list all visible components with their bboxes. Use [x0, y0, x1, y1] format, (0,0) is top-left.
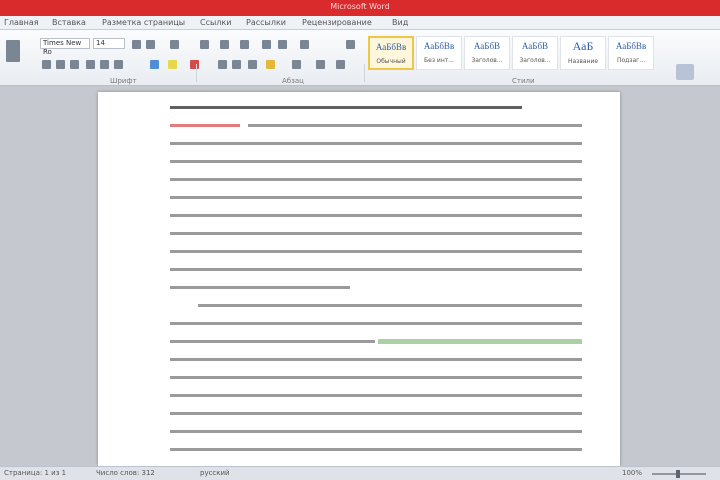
text-line	[170, 376, 582, 379]
style-normal[interactable]: АаБбВв Обычный	[368, 36, 414, 70]
text-line	[170, 250, 582, 253]
tab-home[interactable]: Главная	[4, 18, 39, 27]
zoom-level[interactable]: 100%	[622, 469, 642, 477]
text-line	[170, 160, 582, 163]
text-line	[170, 106, 522, 109]
status-bar: Страница: 1 из 1 Число слов: 312 русский…	[0, 466, 720, 480]
subscript-icon[interactable]	[100, 60, 109, 69]
ribbon-separator	[196, 64, 197, 82]
increase-indent-icon[interactable]	[278, 40, 287, 49]
group-label-font: Шрифт	[110, 77, 137, 85]
word-count[interactable]: Число слов: 312	[96, 469, 155, 477]
group-label-paragraph: Абзац	[282, 77, 304, 85]
text-line	[170, 142, 582, 145]
text-line	[170, 232, 582, 235]
tab-review[interactable]: Рецензирование	[302, 18, 372, 27]
style-name: Название	[567, 58, 599, 65]
bullets-icon[interactable]	[200, 40, 209, 49]
font-color-icon[interactable]	[190, 60, 199, 69]
show-marks-icon[interactable]	[346, 40, 355, 49]
justify-icon[interactable]	[266, 60, 275, 69]
text-line	[170, 448, 582, 451]
tab-references[interactable]: Ссылки	[200, 18, 231, 27]
style-heading-1[interactable]: АаБбВ Заголов...	[464, 36, 510, 70]
style-heading-2[interactable]: АаБбВ Заголов...	[512, 36, 558, 70]
text-line	[170, 322, 582, 325]
text-line	[170, 124, 240, 127]
grow-font-icon[interactable]	[132, 40, 141, 49]
group-label-styles: Стили	[512, 77, 535, 85]
ribbon-tabs: Главная Вставка Разметка страницы Ссылки…	[0, 16, 720, 30]
highlight-icon[interactable]	[168, 60, 177, 69]
style-name: Без инт...	[424, 57, 454, 64]
tab-view[interactable]: Вид	[392, 18, 408, 27]
borders-icon[interactable]	[336, 60, 345, 69]
style-preview: АаБбВв	[423, 41, 455, 51]
align-left-icon[interactable]	[218, 60, 227, 69]
strikethrough-icon[interactable]	[86, 60, 95, 69]
text-line	[170, 430, 582, 433]
text-line	[170, 286, 350, 289]
page-count[interactable]: Страница: 1 из 1	[4, 469, 66, 477]
numbering-icon[interactable]	[220, 40, 229, 49]
text-line	[170, 196, 582, 199]
clear-format-icon[interactable]	[170, 40, 179, 49]
align-right-icon[interactable]	[248, 60, 257, 69]
style-subtitle[interactable]: АаБбВв Подзаг...	[608, 36, 654, 70]
text-line	[170, 358, 582, 361]
text-line	[170, 340, 375, 343]
text-line	[248, 124, 582, 127]
document-page[interactable]	[98, 92, 620, 466]
text-line	[170, 214, 582, 217]
ribbon: Times New Ro 14 Шрифт Абзац Стили АаБбВв…	[0, 30, 720, 86]
align-center-icon[interactable]	[232, 60, 241, 69]
decrease-indent-icon[interactable]	[262, 40, 271, 49]
text-line	[170, 268, 582, 271]
change-styles-icon[interactable]	[676, 64, 694, 80]
title-bar: Microsoft Word	[0, 0, 720, 16]
zoom-slider-thumb[interactable]	[676, 470, 680, 478]
shading-icon[interactable]	[316, 60, 325, 69]
style-name: Обычный	[376, 58, 406, 65]
superscript-icon[interactable]	[114, 60, 123, 69]
sort-icon[interactable]	[300, 40, 309, 49]
style-no-spacing[interactable]: АаБбВв Без инт...	[416, 36, 462, 70]
text-line-highlight	[378, 339, 582, 344]
multilevel-list-icon[interactable]	[240, 40, 249, 49]
text-line	[198, 304, 582, 307]
style-preview: АаБбВ	[473, 41, 501, 51]
style-preview: АаБбВв	[615, 41, 647, 51]
text-line	[170, 178, 582, 181]
shrink-font-icon[interactable]	[146, 40, 155, 49]
style-name: Заголов...	[471, 57, 503, 64]
paste-icon[interactable]	[6, 40, 20, 62]
language-indicator[interactable]: русский	[200, 469, 230, 477]
text-line	[170, 394, 582, 397]
style-name: Заголов...	[519, 57, 551, 64]
style-title[interactable]: АаБ Название	[560, 36, 606, 70]
style-preview: АаБбВв	[375, 42, 407, 52]
text-line	[170, 412, 582, 415]
ribbon-separator	[364, 64, 365, 82]
line-spacing-icon[interactable]	[292, 60, 301, 69]
italic-icon[interactable]	[56, 60, 65, 69]
style-preview: АаБ	[572, 39, 594, 53]
text-effects-icon[interactable]	[150, 60, 159, 69]
font-name-field[interactable]: Times New Ro	[40, 38, 90, 56]
style-preview: АаБбВ	[521, 41, 549, 51]
font-size-field[interactable]: 14	[93, 38, 125, 49]
window-title: Microsoft Word	[330, 2, 390, 11]
tab-layout[interactable]: Разметка страницы	[102, 18, 185, 27]
tab-insert[interactable]: Вставка	[52, 18, 86, 27]
bold-icon[interactable]	[42, 60, 51, 69]
style-name: Подзаг...	[616, 57, 646, 64]
tab-mailings[interactable]: Рассылки	[246, 18, 286, 27]
underline-icon[interactable]	[70, 60, 79, 69]
